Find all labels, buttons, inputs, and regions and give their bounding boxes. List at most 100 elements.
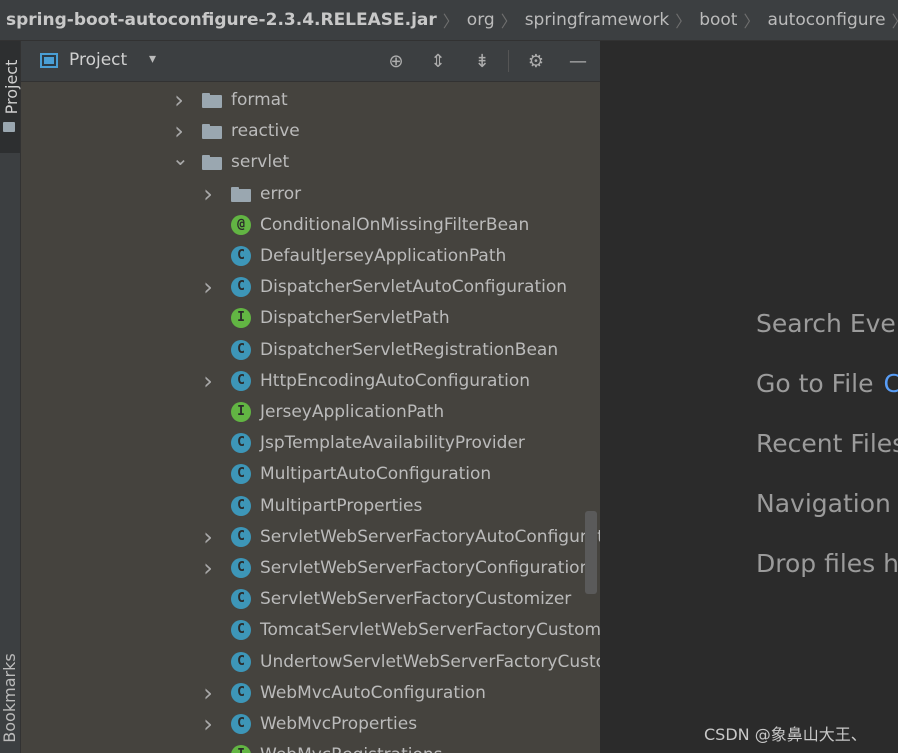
tree-file-row[interactable]: C DispatcherServletRegistrationBean xyxy=(21,335,600,366)
tree-file-row[interactable]: @ ConditionalOnMissingFilterBean xyxy=(21,210,600,241)
tree-file-row[interactable]: › C ServletWebServerFactoryConfiguration xyxy=(21,553,600,584)
class-icon: C xyxy=(231,246,251,266)
tree-item-label: MultipartProperties xyxy=(260,495,423,516)
breadcrumb-item-springframework[interactable]: springframework xyxy=(525,10,669,30)
class-icon: C xyxy=(231,558,251,578)
tree-folder-row[interactable]: › error xyxy=(21,179,600,210)
class-icon: C xyxy=(231,651,251,672)
folder-icon xyxy=(231,186,251,202)
tree-file-row[interactable]: › C HttpEncodingAutoConfiguration xyxy=(21,366,600,397)
hint-text: Navigation B xyxy=(756,489,898,518)
breadcrumb-separator: 〉 xyxy=(442,12,459,31)
tree-file-row[interactable]: C ServletWebServerFactoryCustomizer xyxy=(21,584,600,615)
hint-recent-files: Recent Files xyxy=(756,429,898,458)
class-icon: C xyxy=(231,526,251,547)
hint-navigation-bar: Navigation B xyxy=(756,489,898,518)
tree-item-label: servlet xyxy=(231,152,290,173)
class-icon: C xyxy=(231,495,251,516)
annotation-icon: @ xyxy=(231,214,251,235)
breadcrumb-item-autoconfigure[interactable]: autoconfigure xyxy=(767,10,885,30)
chevron-right-icon[interactable]: › xyxy=(172,85,186,116)
chevron-right-icon[interactable]: › xyxy=(201,678,215,709)
breadcrumb-separator: 〉 xyxy=(743,12,760,31)
tree-item-label: WebMvcProperties xyxy=(260,714,418,734)
tree-file-row[interactable]: › C ServletWebServerFactoryAutoConfigurati… xyxy=(21,522,600,553)
chevron-right-icon[interactable]: › xyxy=(201,179,215,210)
breadcrumb: spring-boot-autoconfigure-2.3.4.RELEASE.… xyxy=(0,0,898,41)
tree-folder-row[interactable]: ⌄ servlet xyxy=(21,147,600,178)
editor-welcome-area: Search Every Go to File C Recent Files Na… xyxy=(601,41,898,753)
folder-icon xyxy=(202,93,222,108)
collapse-all-icon[interactable]: ⇟ xyxy=(471,51,493,73)
project-view-selector[interactable]: Project xyxy=(69,50,127,70)
tree-item-label: UndertowServletWebServerFactoryCuston xyxy=(260,651,600,672)
project-panel-header: Project ▾ ⊕ ⇕ ⇟ ⚙ — xyxy=(21,41,600,82)
tree-item-label: DefaultJerseyApplicationPath xyxy=(260,246,507,266)
class-icon: C xyxy=(231,370,251,391)
hint-text: Recent Files xyxy=(756,429,898,458)
project-tool-window-label[interactable]: Project xyxy=(2,42,22,132)
interface-icon: I xyxy=(231,402,251,422)
tree-file-row[interactable]: I DispatcherServletPath xyxy=(21,303,600,334)
tree-item-label: DispatcherServletAutoConfiguration xyxy=(260,277,568,298)
bookmarks-tool-window-button[interactable]: Bookmarks xyxy=(0,643,20,753)
tree-item-label: error xyxy=(260,183,302,204)
breadcrumb-item-org[interactable]: org xyxy=(467,10,495,30)
class-icon: C xyxy=(231,589,251,610)
tree-file-row[interactable]: › C DispatcherServletAutoConfiguration xyxy=(21,272,600,303)
hint-text: Search Every xyxy=(756,309,898,338)
chevron-down-icon[interactable]: ⌄ xyxy=(172,147,189,178)
tree-file-row[interactable]: C UndertowServletWebServerFactoryCuston xyxy=(21,647,600,678)
class-icon: C xyxy=(231,464,251,485)
tree-file-row[interactable]: C TomcatServletWebServerFactoryCustomiz xyxy=(21,615,600,646)
chevron-right-icon[interactable]: › xyxy=(201,553,215,584)
tree-file-row[interactable]: C MultipartAutoConfiguration xyxy=(21,459,600,490)
tree-file-row[interactable]: C MultipartProperties xyxy=(21,491,600,522)
tree-item-label: TomcatServletWebServerFactoryCustomiz xyxy=(260,620,600,641)
class-icon: C xyxy=(231,339,251,360)
tree-scrollbar-thumb[interactable] xyxy=(585,511,597,594)
tree-file-row[interactable]: › C WebMvcAutoConfiguration xyxy=(21,678,600,709)
tree-item-label: ConditionalOnMissingFilterBean xyxy=(260,214,530,235)
chevron-right-icon[interactable]: › xyxy=(201,522,215,553)
breadcrumb-item-boot[interactable]: boot xyxy=(699,10,737,30)
tree-item-label: DispatcherServletPath xyxy=(260,308,450,329)
hint-text: Drop files he xyxy=(756,549,898,578)
chevron-right-icon[interactable]: › xyxy=(172,116,186,147)
breadcrumb-separator: 〉 xyxy=(675,12,692,31)
project-tree[interactable]: › format › reactive ⌄ servlet › error @ Condition… xyxy=(21,82,600,753)
hint-go-to-file: Go to File C xyxy=(756,369,898,398)
tree-file-row[interactable]: I JerseyApplicationPath xyxy=(21,397,600,428)
settings-icon[interactable]: ⚙ xyxy=(525,51,547,73)
hint-drop-files: Drop files he xyxy=(756,549,898,578)
toolbar-divider xyxy=(508,50,509,72)
tree-file-row[interactable]: › C WebMvcProperties xyxy=(21,709,600,740)
tree-folder-row[interactable]: › reactive xyxy=(21,116,600,147)
tree-item-label: reactive xyxy=(231,121,300,142)
chevron-right-icon[interactable]: › xyxy=(201,272,215,303)
breadcrumb-separator: 〉 xyxy=(892,8,898,32)
class-icon: C xyxy=(231,433,251,454)
tree-item-label: JerseyApplicationPath xyxy=(260,402,445,422)
chevron-right-icon[interactable]: › xyxy=(201,709,215,740)
watermark: CSDN @象鼻山大王、 xyxy=(704,725,867,744)
hide-icon[interactable]: — xyxy=(567,51,589,73)
tree-item-label: HttpEncodingAutoConfiguration xyxy=(260,370,531,391)
locate-icon[interactable]: ⊕ xyxy=(385,51,407,73)
interface-icon: I xyxy=(231,745,251,753)
breadcrumb-item-jar[interactable]: spring-boot-autoconfigure-2.3.4.RELEASE.… xyxy=(0,10,437,30)
class-icon: C xyxy=(231,682,251,703)
chevron-right-icon[interactable]: › xyxy=(201,366,215,397)
interface-icon: I xyxy=(231,308,251,329)
breadcrumb-separator: 〉 xyxy=(500,12,517,31)
tree-folder-row[interactable]: › format xyxy=(21,85,600,116)
tree-item-label: MultipartAutoConfiguration xyxy=(260,464,492,485)
expand-all-icon[interactable]: ⇕ xyxy=(427,51,449,73)
tree-item-label: ServletWebServerFactoryCustomizer xyxy=(260,589,572,610)
tree-file-row[interactable]: I WebMvcRegistrations xyxy=(21,740,600,753)
tree-file-row[interactable]: C DefaultJerseyApplicationPath xyxy=(21,241,600,272)
tree-item-label: WebMvcAutoConfiguration xyxy=(260,682,486,703)
hint-text: Go to File xyxy=(756,369,874,398)
chevron-down-icon[interactable]: ▾ xyxy=(149,51,156,67)
tree-file-row[interactable]: C JspTemplateAvailabilityProvider xyxy=(21,428,600,459)
